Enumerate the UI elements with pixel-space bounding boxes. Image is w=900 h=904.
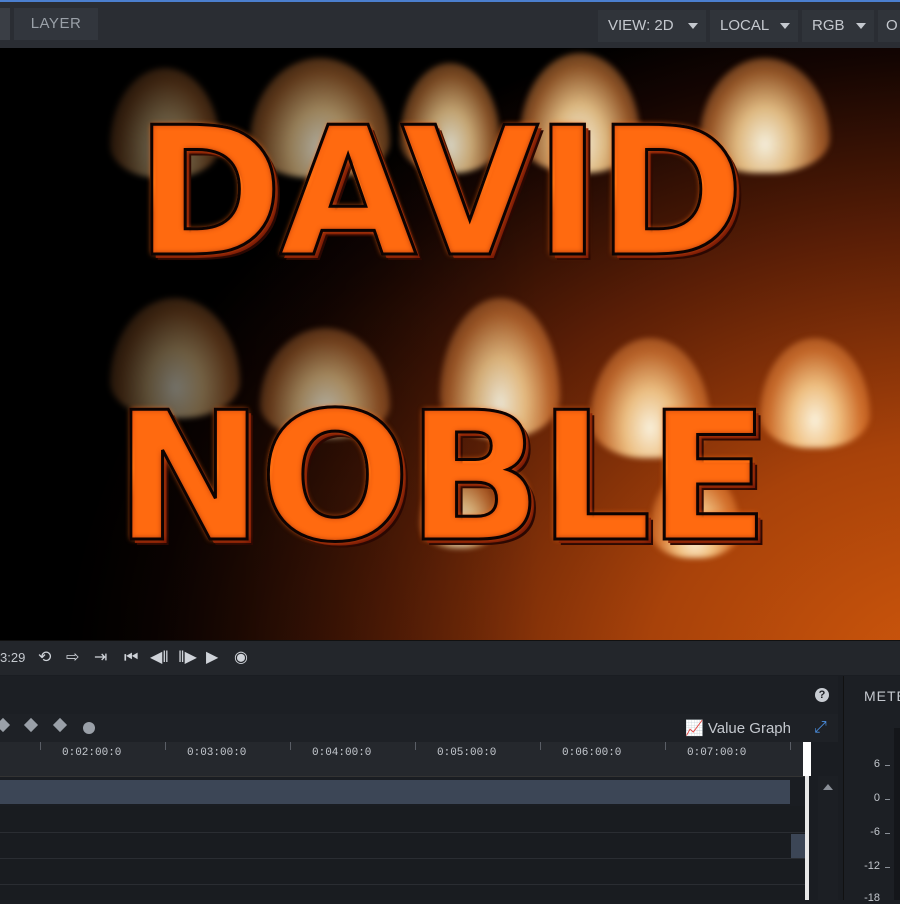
ruler-label: 0:02:00:0 [62, 747, 122, 759]
ruler-label: 0:05:00:0 [437, 747, 497, 759]
value-graph-button[interactable]: 📈 Value Graph [685, 719, 791, 737]
channel-dropdown[interactable]: RGB [802, 10, 874, 42]
ruler-tick [40, 742, 41, 750]
export-icon[interactable]: ⇨ [66, 648, 79, 668]
timeline-header [0, 676, 838, 714]
overflow-dropdown[interactable]: O [878, 10, 900, 42]
ruler-tick [540, 742, 541, 750]
ruler-label: 0:06:00:0 [562, 747, 622, 759]
title-line-2: NOBLE [0, 376, 890, 579]
timeline-scrollbar[interactable] [818, 776, 838, 900]
meter-label: -18 [864, 892, 880, 904]
meters-title: METE [864, 688, 900, 704]
ruler-label: 0:07:00:0 [687, 747, 747, 759]
ruler-tick [290, 742, 291, 750]
ruler-tick [665, 742, 666, 750]
zoom-fit-icon[interactable]: ⤢ [814, 719, 827, 737]
step-forward-icon[interactable]: ‖▶ [178, 648, 197, 668]
meter-tick [885, 867, 890, 868]
title-line-1: DAVID [0, 91, 888, 294]
space-dropdown[interactable]: LOCAL [710, 10, 798, 42]
ruler-label: 0:04:00:0 [312, 747, 372, 759]
timecode: 3:29 [0, 650, 26, 665]
loop-icon[interactable]: ⟲ [38, 648, 51, 668]
step-back-icon[interactable]: ◀‖ [150, 648, 169, 668]
channel-label: RGB [812, 17, 845, 34]
meter-label: 6 [873, 758, 880, 770]
tab-edge[interactable] [0, 8, 10, 40]
top-toolbar: LAYER VIEW: 2D LOCAL RGB O [0, 0, 900, 48]
import-icon[interactable]: ⇥ [94, 648, 107, 668]
audio-meter-bar [894, 728, 900, 900]
go-to-start-icon[interactable]: ⏮ [124, 648, 138, 668]
meter-label: -12 [864, 860, 880, 872]
play-icon[interactable]: ▶ [206, 648, 218, 668]
meter-tick [885, 765, 890, 766]
scroll-up-icon[interactable] [823, 784, 833, 790]
chevron-down-icon [780, 23, 790, 29]
record-icon[interactable]: ◉ [234, 648, 248, 668]
layer-track-bar[interactable] [0, 780, 790, 804]
meter-label: 0 [873, 792, 880, 804]
track-divider [0, 858, 808, 859]
space-label: LOCAL [720, 17, 770, 34]
ruler-tick [165, 742, 166, 750]
meter-tick [885, 833, 890, 834]
playhead-handle[interactable] [803, 742, 811, 776]
meters-panel: METE 6 0 -6 -12 -18 [843, 676, 900, 904]
tab-layer[interactable]: LAYER [14, 8, 98, 40]
meter-label: -6 [870, 826, 880, 838]
overflow-label: O [886, 17, 898, 34]
view-mode-label: VIEW: 2D [608, 17, 674, 34]
ruler-label: 0:03:00:0 [187, 747, 247, 759]
value-graph-label: Value Graph [707, 720, 791, 737]
graph-icon: 📈 [685, 720, 704, 737]
track-divider [0, 884, 808, 885]
track-divider [0, 832, 808, 833]
ruler-tick [790, 742, 791, 750]
help-icon[interactable]: ? [815, 688, 829, 702]
viewer-canvas[interactable]: DAVID NOBLE [0, 48, 900, 640]
keyframe-dot-icon[interactable] [83, 722, 95, 734]
time-ruler[interactable]: 0:02:00:0 0:03:00:0 0:04:00:0 0:05:00:0 … [0, 742, 808, 777]
transport-bar: 3:29 ⟲ ⇨ ⇥ ⏮ ◀‖ ‖▶ ▶ ◉ [0, 640, 900, 675]
view-mode-dropdown[interactable]: VIEW: 2D [598, 10, 706, 42]
chevron-down-icon [856, 23, 866, 29]
track-area[interactable] [0, 806, 808, 900]
chevron-down-icon [688, 23, 698, 29]
accent-line [0, 0, 900, 2]
ruler-tick [415, 742, 416, 750]
meter-tick [885, 799, 890, 800]
